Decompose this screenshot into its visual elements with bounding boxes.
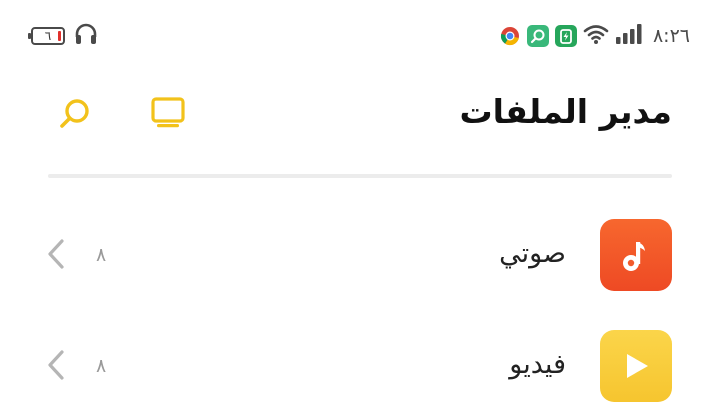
battery-percent: ٦ bbox=[44, 29, 52, 43]
list-item-audio[interactable]: صوتي ٨ bbox=[30, 216, 690, 296]
headphones-icon bbox=[73, 21, 99, 51]
status-bar-right: ٨:٢٦ bbox=[499, 22, 690, 50]
header-divider bbox=[48, 174, 672, 178]
map-app-icon bbox=[526, 25, 549, 47]
page-title: مدير الملفات bbox=[459, 92, 672, 131]
monitor-button[interactable] bbox=[146, 94, 190, 138]
list-item-label: فيديو bbox=[509, 349, 566, 380]
chrome-icon bbox=[499, 25, 521, 47]
chevron-left-icon bbox=[42, 345, 70, 385]
chevron-left-icon bbox=[42, 234, 70, 274]
list-item-video[interactable]: فيديو ٨ bbox=[30, 327, 690, 405]
search-icon bbox=[56, 95, 94, 137]
music-note-icon bbox=[600, 219, 672, 291]
list-item-label: صوتي bbox=[499, 238, 566, 269]
monitor-icon bbox=[149, 95, 187, 137]
list-item-count: ٨ bbox=[96, 244, 107, 266]
status-time: ٨:٢٦ bbox=[652, 25, 690, 47]
status-bar-left: ٦ bbox=[28, 21, 99, 51]
wifi-icon bbox=[583, 23, 609, 49]
battery-icon: ٦ bbox=[28, 27, 65, 45]
file-manager-screen: ٦ ٨:٢٦ مدير الملفات صوتي ٨ فيديو ٨ bbox=[0, 0, 720, 405]
battery-saver-icon bbox=[554, 25, 577, 47]
play-icon bbox=[600, 330, 672, 402]
list-item-count: ٨ bbox=[96, 355, 107, 377]
signal-icon bbox=[615, 23, 643, 49]
search-button[interactable] bbox=[53, 94, 97, 138]
